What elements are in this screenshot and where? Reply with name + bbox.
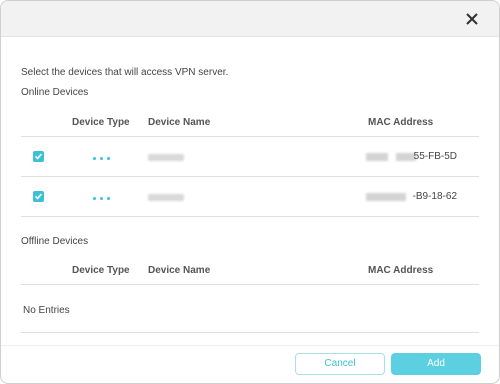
device-name-redacted xyxy=(148,154,184,161)
vpn-devices-dialog: Select the devices that will access VPN … xyxy=(0,0,500,384)
empty-row: No Entries xyxy=(21,285,479,333)
dialog-header xyxy=(1,1,499,37)
table-header: Device Type Device Name MAC Address xyxy=(21,259,479,285)
column-device-name: Device Name xyxy=(148,265,211,276)
offline-devices-table: Device Type Device Name MAC Address No E… xyxy=(21,259,479,333)
cancel-button[interactable]: Cancel xyxy=(295,353,385,375)
add-button[interactable]: Add xyxy=(391,353,481,375)
mac-address-text: 55-FB-5D xyxy=(413,151,457,162)
table-row: -B9-18-62 xyxy=(21,177,479,217)
mac-redacted xyxy=(366,153,388,161)
footer-divider xyxy=(1,345,499,346)
column-mac-address: MAC Address xyxy=(368,265,434,276)
no-entries-text: No Entries xyxy=(23,305,70,316)
column-mac-address: MAC Address xyxy=(368,117,434,128)
column-device-type: Device Type xyxy=(72,265,130,276)
close-icon[interactable] xyxy=(463,10,481,28)
mac-address-text: -B9-18-62 xyxy=(412,191,457,202)
mac-redacted xyxy=(366,193,406,201)
offline-devices-title: Offline Devices xyxy=(21,236,89,247)
device-name-redacted xyxy=(148,194,184,201)
more-dots-icon[interactable] xyxy=(93,197,111,200)
online-devices-table: Device Type Device Name MAC Address 55-F… xyxy=(21,111,479,217)
device-checkbox[interactable] xyxy=(33,151,44,162)
column-device-type: Device Type xyxy=(72,117,130,128)
table-header: Device Type Device Name MAC Address xyxy=(21,111,479,137)
column-device-name: Device Name xyxy=(148,117,211,128)
intro-text: Select the devices that will access VPN … xyxy=(21,67,229,78)
table-row: 55-FB-5D xyxy=(21,137,479,177)
more-dots-icon[interactable] xyxy=(93,157,111,160)
online-devices-title: Online Devices xyxy=(21,87,89,98)
device-checkbox[interactable] xyxy=(33,191,44,202)
